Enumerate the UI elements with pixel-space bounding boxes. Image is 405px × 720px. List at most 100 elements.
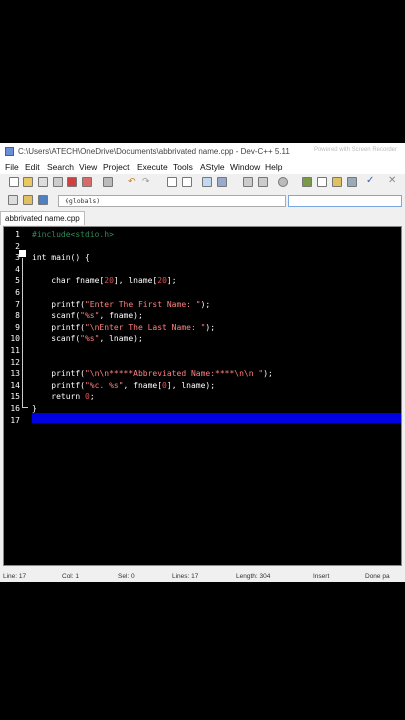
menu-project[interactable]: Project — [103, 162, 129, 172]
title-bar: C:\Users\ATECH\OneDrive\Documents\abbriv… — [0, 143, 405, 160]
menu-file[interactable]: File — [5, 162, 19, 172]
replace-icon[interactable] — [182, 177, 192, 187]
class-browser-icon[interactable] — [38, 195, 48, 205]
code-line[interactable]: printf("\n\n*****Abbreviated Name:****\n… — [32, 369, 273, 378]
find-icon[interactable] — [167, 177, 177, 187]
line-number: 17 — [10, 415, 20, 425]
forward-icon[interactable] — [258, 177, 268, 187]
goto-line-icon[interactable] — [202, 177, 212, 187]
devcpp-window: C:\Users\ATECH\OneDrive\Documents\abbriv… — [0, 143, 405, 582]
undo-icon[interactable]: ↶ — [128, 176, 138, 186]
code-line[interactable]: scanf("%s", lname); — [32, 334, 143, 343]
open-file-icon[interactable] — [23, 177, 33, 187]
project-icon[interactable] — [23, 195, 33, 205]
print-icon[interactable] — [103, 177, 113, 187]
code-token: "%s" — [80, 311, 100, 321]
code-token: ); — [205, 322, 216, 332]
line-number: 8 — [15, 311, 20, 321]
function-selector[interactable] — [288, 195, 402, 207]
code-token: printf( — [32, 299, 85, 309]
code-token: return — [32, 392, 85, 402]
line-number: 1 — [15, 230, 20, 239]
code-token: "%c. %s" — [84, 380, 124, 390]
code-token: char — [32, 276, 76, 286]
close-file-icon[interactable] — [67, 177, 77, 187]
close-all-icon[interactable] — [82, 177, 92, 187]
menu-edit[interactable]: Edit — [25, 162, 40, 172]
line-number: 16 — [10, 404, 20, 413]
indent-icon[interactable] — [217, 177, 227, 187]
menu-window[interactable]: Window — [230, 162, 260, 172]
watermark: Powered with Screen Recorder — [313, 147, 397, 153]
line-number: 9 — [15, 322, 20, 332]
code-token: printf( — [32, 380, 85, 390]
code-token: ); — [263, 369, 273, 379]
status-lines: Lines: 17 — [172, 573, 199, 580]
line-number: 14 — [10, 380, 20, 390]
menu-tools[interactable]: Tools — [173, 162, 193, 172]
save-all-icon[interactable] — [53, 177, 63, 187]
window-title: C:\Users\ATECH\OneDrive\Documents\abbriv… — [18, 147, 290, 156]
code-token: , lname); — [99, 334, 143, 344]
code-line[interactable]: printf("\nEnter The Last Name: "); — [32, 323, 215, 332]
redo-icon[interactable]: ↷ — [142, 176, 152, 186]
code-token: printf( — [32, 369, 85, 379]
code-token: ); — [200, 299, 211, 309]
code-line[interactable]: int main() { — [32, 253, 90, 262]
chevron-down-icon: ⌄ — [65, 196, 70, 204]
compile-run-icon[interactable] — [332, 177, 342, 187]
menu-search[interactable]: Search — [47, 162, 74, 172]
back-icon[interactable] — [243, 177, 253, 187]
menu-execute[interactable]: Execute — [137, 162, 168, 172]
code-token: "\n\n*****Abbreviated Name:****\n\n " — [84, 369, 264, 379]
code-token: printf( — [32, 322, 85, 332]
line-number: 15 — [10, 392, 20, 402]
menu-help[interactable]: Help — [265, 162, 282, 172]
main-toolbar: ↶ ↷ ✓ ✕ — [0, 174, 405, 192]
code-token: , fname); — [99, 311, 143, 321]
status-bar: Line: 17 Col: 1 Sel: 0 Lines: 17 Length:… — [0, 571, 405, 582]
line-number-gutter: 1 2 3 4 5 6 7 8 9 10 11 12 13 14 15 16 17 — [4, 227, 31, 565]
code-token: } — [32, 404, 37, 413]
code-token: "Enter The First Name: " — [84, 299, 201, 309]
fold-marker-icon[interactable] — [19, 250, 26, 257]
code-line[interactable]: return 0; — [32, 392, 95, 402]
secondary-toolbar: (globals) ⌄ — [0, 193, 405, 209]
code-token: "\nEnter The Last Name: " — [84, 322, 206, 332]
tab-abbrivated-name-cpp[interactable]: abbrivated name.cpp — [0, 211, 85, 225]
code-token: 20 — [157, 276, 167, 286]
code-token: ; — [89, 392, 95, 402]
line-number: 13 — [10, 369, 20, 379]
status-mode: Insert — [313, 573, 330, 580]
code-line[interactable]: scanf("%s", fname); — [32, 311, 143, 320]
code-token: "%s" — [80, 334, 100, 344]
line-number: 11 — [10, 346, 20, 355]
fold-guide — [22, 258, 23, 408]
code-token: ]; — [166, 276, 177, 286]
run-icon[interactable] — [317, 177, 327, 187]
code-token: #include<stdio.h> — [32, 230, 114, 239]
tab-bar: abbrivated name.cpp — [0, 210, 405, 225]
scope-selector[interactable]: (globals) ⌄ — [58, 195, 286, 207]
bookmark-icon[interactable] — [278, 177, 288, 187]
check-icon[interactable]: ✓ — [366, 175, 376, 186]
code-line[interactable]: printf("Enter The First Name: "); — [32, 300, 210, 309]
line-number: 3 — [15, 253, 20, 263]
toggle-breakpoint-icon[interactable] — [8, 195, 18, 205]
rebuild-icon[interactable] — [347, 177, 357, 187]
menu-view[interactable]: View — [79, 162, 97, 172]
code-line[interactable]: printf("%c. %s", fname[0], lname); — [32, 381, 215, 390]
code-line[interactable]: #include<stdio.h> — [32, 230, 114, 239]
menu-bar: File Edit Search View Project Execute To… — [0, 160, 405, 174]
compile-icon[interactable] — [302, 177, 312, 187]
code-line[interactable]: } — [32, 404, 37, 413]
line-number: 12 — [10, 357, 20, 367]
new-file-icon[interactable] — [9, 177, 19, 187]
code-editor[interactable]: 1 2 3 4 5 6 7 8 9 10 11 12 13 14 15 16 17 #include<stdio… — [3, 226, 402, 566]
code-line[interactable]: char fname[20], lname[20]; — [32, 276, 177, 286]
menu-astyle[interactable]: AStyle — [200, 162, 225, 172]
save-icon[interactable] — [38, 177, 48, 187]
line-number: 5 — [15, 276, 20, 286]
code-token: ], lname[ — [113, 276, 158, 286]
stop-icon[interactable]: ✕ — [388, 175, 398, 186]
